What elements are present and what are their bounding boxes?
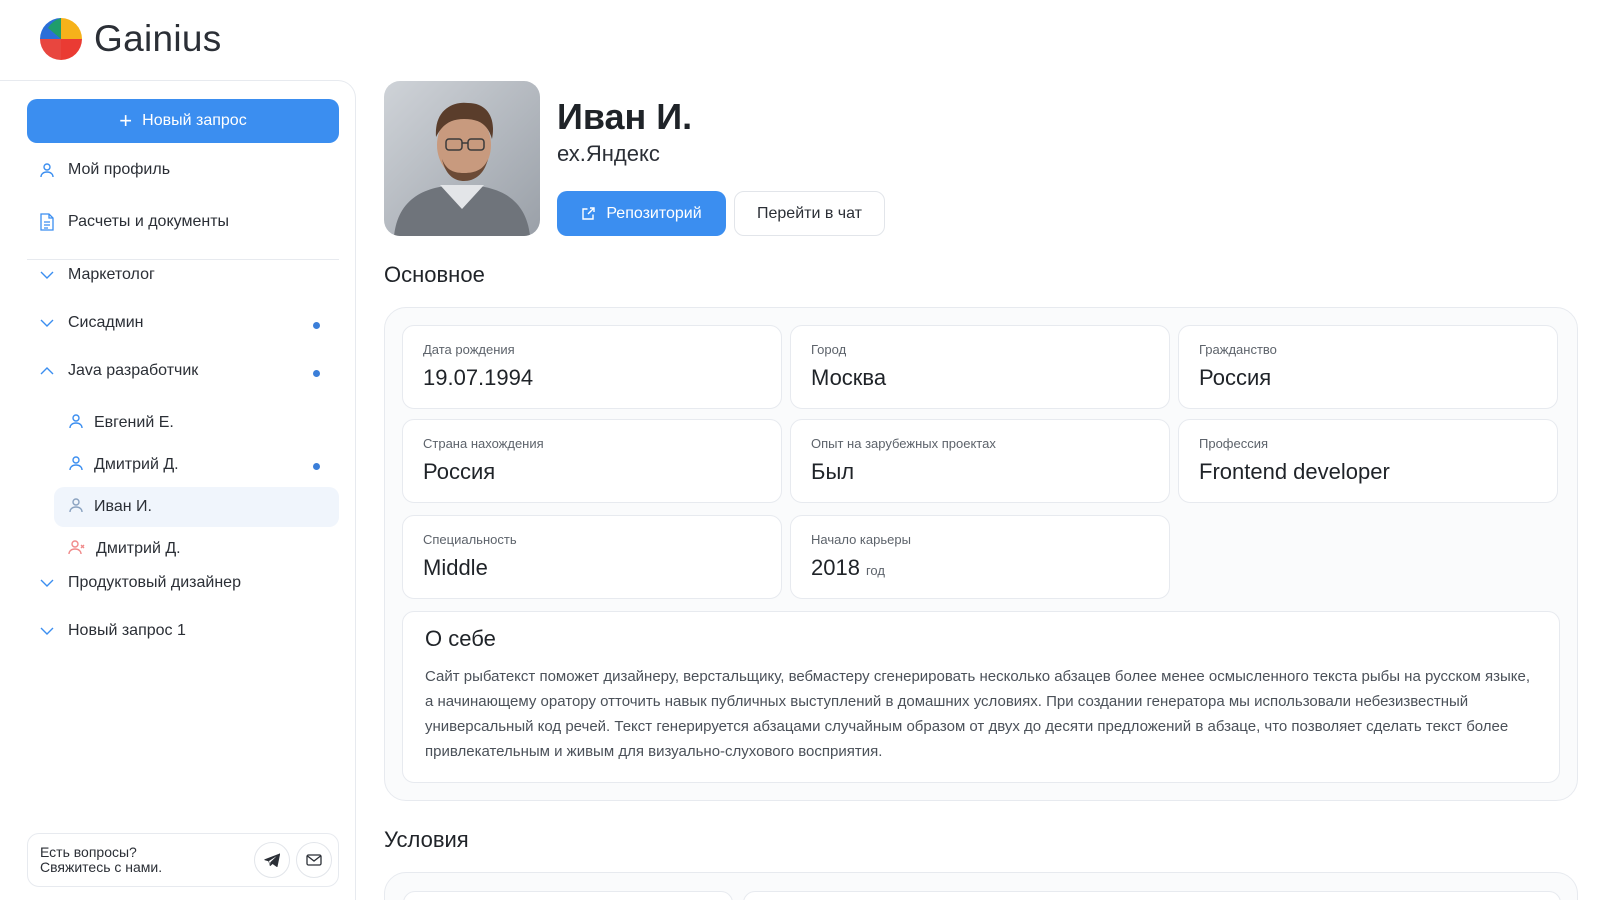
candidate-name: Евгений Е. <box>94 414 174 431</box>
chevron-up-icon <box>38 362 56 380</box>
field-label: Профессия <box>1199 436 1269 451</box>
avatar-photo <box>384 81 540 236</box>
career-unit: год <box>865 563 885 578</box>
contact-box: Есть вопросы? Свяжитесь с нами. <box>27 833 339 887</box>
about-text: Сайт рыбатекст поможет дизайнеру, верста… <box>425 668 1531 760</box>
sidebar-group-label: Продуктовый дизайнер <box>68 574 241 591</box>
field-value: Frontend developer <box>1199 459 1390 484</box>
field-label: Начало карьеры <box>811 532 911 547</box>
sidebar-item-label: Мой профиль <box>68 161 171 178</box>
plus-icon: + <box>119 108 133 133</box>
avatar <box>384 81 540 236</box>
sidebar-item-profile[interactable]: Мой профиль <box>38 161 170 179</box>
career-year: 2018 <box>811 555 860 580</box>
notification-dot <box>313 370 320 377</box>
contact-line1: Есть вопросы? <box>40 844 137 860</box>
field-career-start: Начало карьеры 2018 год <box>790 515 1170 599</box>
user-icon <box>68 413 84 434</box>
candidate-item[interactable]: Евгений Е. <box>54 403 339 443</box>
email-button[interactable] <box>296 842 332 878</box>
field-label: Страна нахождения <box>423 436 544 451</box>
contact-line2: Свяжитесь с нами. <box>40 859 163 875</box>
notification-dot <box>313 463 320 470</box>
chevron-down-icon <box>38 622 56 640</box>
telegram-icon <box>264 853 280 867</box>
new-request-label: Новый запрос <box>142 112 247 129</box>
field-label: Специальность <box>423 532 517 547</box>
field-value: 19.07.1994 <box>423 365 534 390</box>
app-name: Gainius <box>94 18 222 59</box>
user-icon <box>68 497 84 518</box>
chevron-down-icon <box>38 314 56 332</box>
candidate-item-active[interactable]: Иван И. <box>54 487 339 527</box>
sidebar-group-java[interactable]: Java разработчик <box>38 362 198 380</box>
user-icon <box>68 455 84 476</box>
field-citizenship: Гражданство Россия <box>1178 325 1558 409</box>
chat-label: Перейти в чат <box>757 204 862 222</box>
telegram-button[interactable] <box>254 842 290 878</box>
sidebar: + Новый запрос Мой профиль Расчеты и док… <box>0 80 356 900</box>
sidebar-group-label: Новый запрос 1 <box>68 622 186 639</box>
document-icon <box>38 213 56 231</box>
candidate-name: Дмитрий Д. <box>94 456 179 473</box>
about-title: О себе <box>425 626 496 651</box>
go-to-chat-button[interactable]: Перейти в чат <box>734 191 885 236</box>
mail-icon <box>306 854 322 866</box>
field-value: 2018 год <box>811 555 1149 581</box>
field-value: Москва <box>811 365 887 390</box>
field-value: Россия <box>1199 365 1272 390</box>
field-specialty: Специальность Middle <box>402 515 782 599</box>
candidate-item[interactable]: Дмитрий Д. <box>54 529 339 569</box>
field-country: Страна нахождения Россия <box>402 419 782 503</box>
notification-dot <box>313 322 320 329</box>
sidebar-group-marketer[interactable]: Маркетолог <box>38 266 155 284</box>
repository-button[interactable]: Репозиторий <box>557 191 726 236</box>
field-label: Гражданство <box>1199 342 1277 357</box>
candidate-item[interactable]: Дмитрий Д. <box>54 445 339 485</box>
sidebar-group-new-request-1[interactable]: Новый запрос 1 <box>38 622 186 640</box>
field-value: Middle <box>423 555 488 580</box>
sidebar-divider <box>27 259 339 260</box>
sidebar-group-label: Маркетолог <box>68 266 155 283</box>
conditions-field <box>403 891 733 900</box>
sidebar-group-label: Java разработчик <box>68 362 199 379</box>
field-city: Город Москва <box>790 325 1170 409</box>
field-label: Дата рождения <box>423 342 515 357</box>
chevron-down-icon <box>38 266 56 284</box>
section-title-main: Основное <box>384 262 485 287</box>
user-icon <box>38 161 56 179</box>
field-profession: Профессия Frontend developer <box>1178 419 1558 503</box>
field-value: Был <box>811 459 855 484</box>
candidate-name: Дмитрий Д. <box>96 540 181 557</box>
repository-label: Репозиторий <box>606 204 702 222</box>
sidebar-group-label: Сисадмин <box>68 314 144 331</box>
candidate-title: Иван И. <box>557 96 693 137</box>
gainius-logo-icon <box>40 18 82 60</box>
sidebar-item-label: Расчеты и документы <box>68 213 230 230</box>
conditions-panel <box>384 872 1578 900</box>
sidebar-group-sysadmin[interactable]: Сисадмин <box>38 314 144 332</box>
chevron-down-icon <box>38 574 56 592</box>
sidebar-item-documents[interactable]: Расчеты и документы <box>38 213 229 231</box>
candidate-company: ех.Яндекс <box>557 141 660 166</box>
section-title-conditions: Условия <box>384 827 469 852</box>
field-foreign-experience: Опыт на зарубежных проектах Был <box>790 419 1170 503</box>
field-label: Опыт на зарубежных проектах <box>811 436 996 451</box>
new-request-button[interactable]: + Новый запрос <box>27 99 339 143</box>
field-label: Город <box>811 342 847 357</box>
external-link-icon <box>582 207 596 220</box>
conditions-field <box>743 891 1561 900</box>
field-birth-date: Дата рождения 19.07.1994 <box>402 325 782 409</box>
user-remove-icon <box>68 539 86 560</box>
contact-text: Есть вопросы? Свяжитесь с нами. <box>40 845 254 875</box>
sidebar-group-product-designer[interactable]: Продуктовый дизайнер <box>38 574 241 592</box>
about-card: О себе Сайт рыбатекст поможет дизайнеру,… <box>402 611 1560 783</box>
field-value: Россия <box>423 459 496 484</box>
logo[interactable]: Gainius <box>38 16 222 62</box>
candidate-name: Иван И. <box>94 498 152 515</box>
